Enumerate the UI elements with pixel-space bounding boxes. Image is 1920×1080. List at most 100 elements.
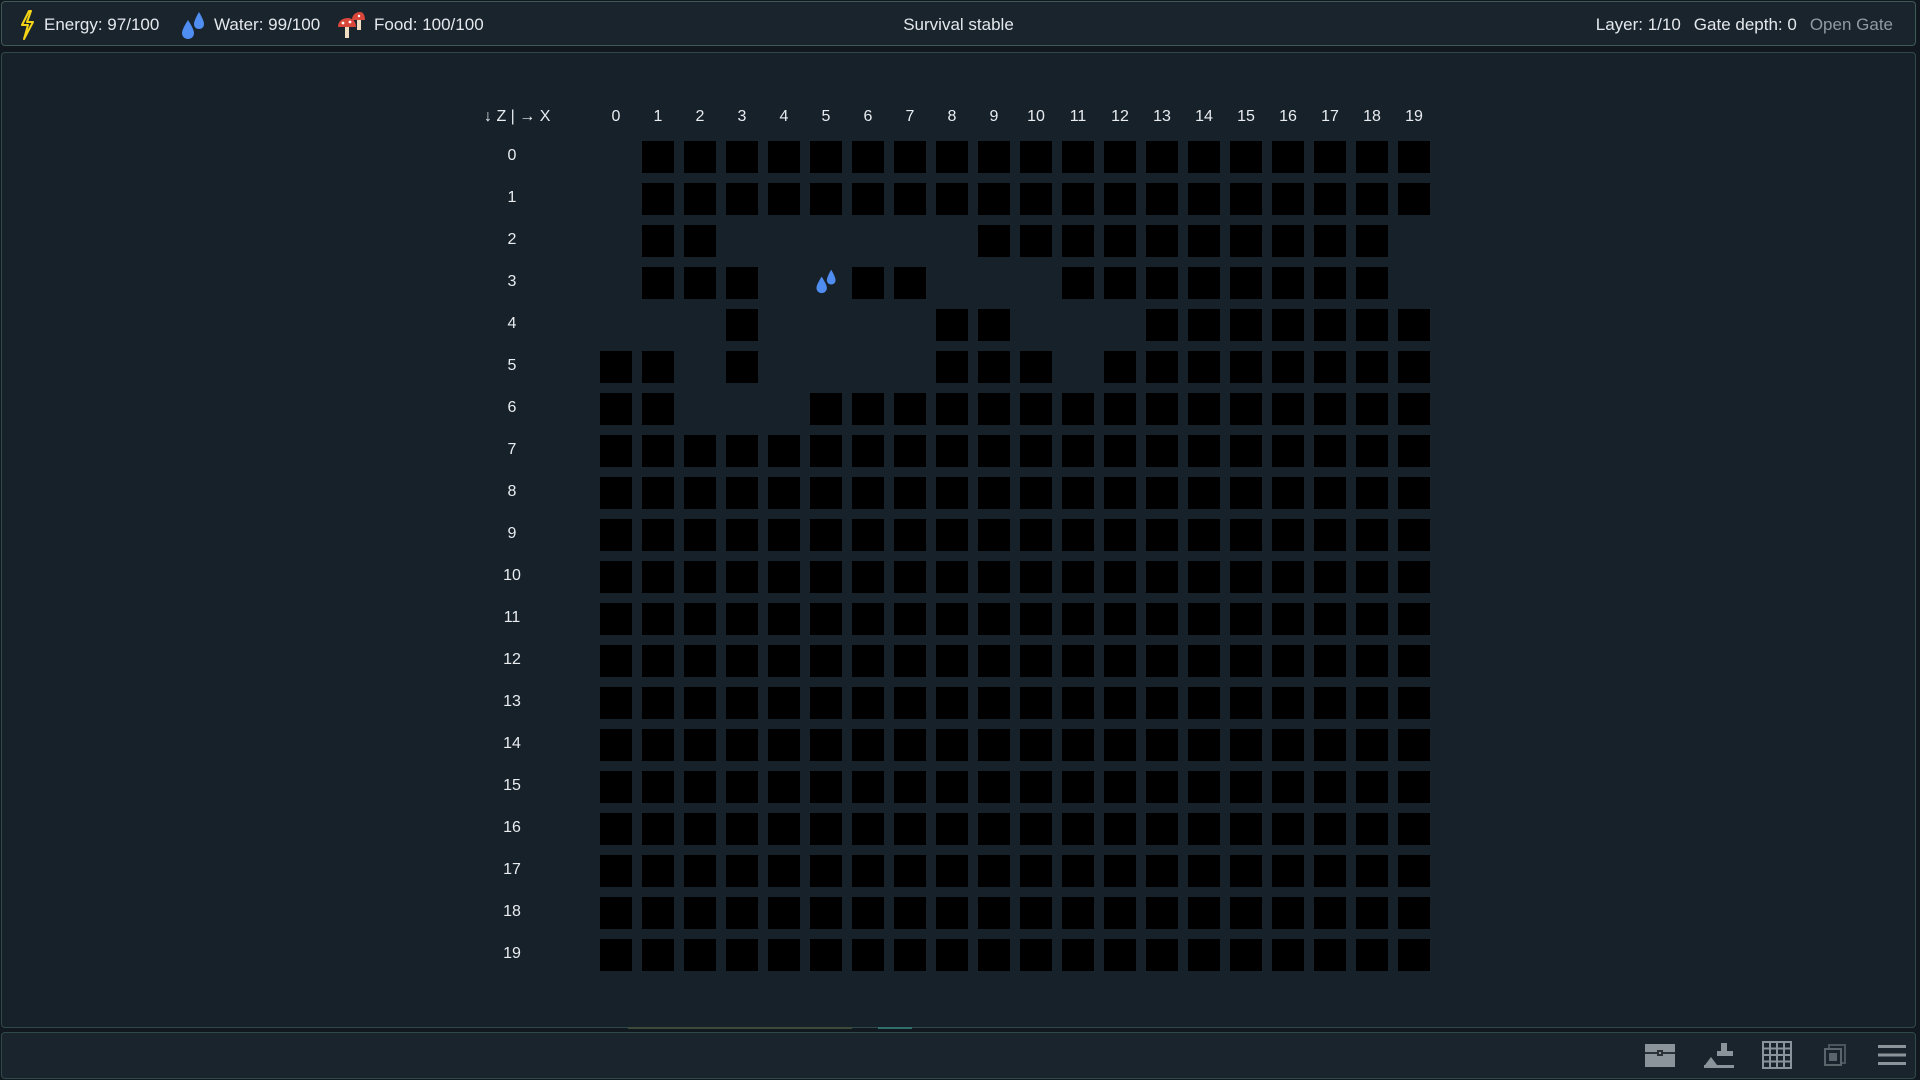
rock-tile[interactable]: [1314, 519, 1346, 551]
rock-tile[interactable]: [1272, 267, 1304, 299]
rock-tile[interactable]: [936, 939, 968, 971]
rock-tile[interactable]: [642, 393, 674, 425]
rock-tile[interactable]: [1188, 225, 1220, 257]
rock-tile[interactable]: [1020, 393, 1052, 425]
rock-tile[interactable]: [1356, 729, 1388, 761]
rock-tile[interactable]: [894, 729, 926, 761]
rock-tile[interactable]: [1062, 645, 1094, 677]
rock-tile[interactable]: [810, 435, 842, 467]
rock-tile[interactable]: [1146, 309, 1178, 341]
rock-tile[interactable]: [810, 393, 842, 425]
rock-tile[interactable]: [1062, 897, 1094, 929]
rock-tile[interactable]: [810, 519, 842, 551]
water-source-tile[interactable]: [810, 267, 842, 299]
rock-tile[interactable]: [810, 855, 842, 887]
rock-tile[interactable]: [768, 729, 800, 761]
open-gate-button[interactable]: Open Gate: [1810, 15, 1893, 35]
rock-tile[interactable]: [642, 141, 674, 173]
rock-tile[interactable]: [642, 183, 674, 215]
rock-tile[interactable]: [1314, 939, 1346, 971]
rock-tile[interactable]: [1062, 939, 1094, 971]
rock-tile[interactable]: [1356, 603, 1388, 635]
rock-tile[interactable]: [978, 729, 1010, 761]
rock-tile[interactable]: [1356, 309, 1388, 341]
rock-tile[interactable]: [1104, 645, 1136, 677]
rock-tile[interactable]: [1146, 645, 1178, 677]
rock-tile[interactable]: [1104, 393, 1136, 425]
rock-tile[interactable]: [1020, 183, 1052, 215]
rock-tile[interactable]: [1188, 855, 1220, 887]
rock-tile[interactable]: [1188, 519, 1220, 551]
rock-tile[interactable]: [600, 519, 632, 551]
rock-tile[interactable]: [600, 477, 632, 509]
rock-tile[interactable]: [936, 603, 968, 635]
rock-tile[interactable]: [726, 477, 758, 509]
rock-tile[interactable]: [936, 309, 968, 341]
rock-tile[interactable]: [768, 519, 800, 551]
rock-tile[interactable]: [852, 897, 884, 929]
rock-tile[interactable]: [1146, 897, 1178, 929]
rock-tile[interactable]: [1188, 351, 1220, 383]
rock-tile[interactable]: [1230, 393, 1262, 425]
rock-tile[interactable]: [852, 729, 884, 761]
rock-tile[interactable]: [894, 897, 926, 929]
rock-tile[interactable]: [1398, 183, 1430, 215]
rock-tile[interactable]: [1146, 561, 1178, 593]
rock-tile[interactable]: [642, 729, 674, 761]
rock-tile[interactable]: [1272, 519, 1304, 551]
rock-tile[interactable]: [1272, 603, 1304, 635]
rock-tile[interactable]: [600, 393, 632, 425]
rock-tile[interactable]: [852, 183, 884, 215]
rock-tile[interactable]: [600, 855, 632, 887]
rock-tile[interactable]: [768, 561, 800, 593]
rock-tile[interactable]: [1398, 771, 1430, 803]
rock-tile[interactable]: [1188, 183, 1220, 215]
rock-tile[interactable]: [1356, 687, 1388, 719]
rock-tile[interactable]: [1230, 771, 1262, 803]
rock-tile[interactable]: [600, 771, 632, 803]
rock-tile[interactable]: [1188, 435, 1220, 467]
rock-tile[interactable]: [1020, 813, 1052, 845]
rock-tile[interactable]: [1272, 393, 1304, 425]
rock-tile[interactable]: [1062, 183, 1094, 215]
rock-tile[interactable]: [1230, 855, 1262, 887]
rock-tile[interactable]: [1230, 435, 1262, 467]
rock-tile[interactable]: [1104, 729, 1136, 761]
rock-tile[interactable]: [1062, 855, 1094, 887]
rock-tile[interactable]: [852, 267, 884, 299]
rock-tile[interactable]: [1020, 729, 1052, 761]
rock-tile[interactable]: [1062, 477, 1094, 509]
rock-tile[interactable]: [936, 645, 968, 677]
rock-tile[interactable]: [1062, 141, 1094, 173]
rock-tile[interactable]: [1146, 225, 1178, 257]
rock-tile[interactable]: [642, 225, 674, 257]
rock-tile[interactable]: [600, 687, 632, 719]
rock-tile[interactable]: [768, 687, 800, 719]
rock-tile[interactable]: [1062, 435, 1094, 467]
rock-tile[interactable]: [894, 687, 926, 719]
rock-tile[interactable]: [1272, 561, 1304, 593]
rock-tile[interactable]: [684, 603, 716, 635]
rock-tile[interactable]: [1356, 897, 1388, 929]
rock-tile[interactable]: [1146, 477, 1178, 509]
rock-tile[interactable]: [726, 351, 758, 383]
rock-tile[interactable]: [1146, 687, 1178, 719]
rock-tile[interactable]: [600, 813, 632, 845]
rock-tile[interactable]: [1188, 939, 1220, 971]
rock-tile[interactable]: [1230, 897, 1262, 929]
rock-tile[interactable]: [1230, 519, 1262, 551]
rock-tile[interactable]: [1314, 267, 1346, 299]
rock-tile[interactable]: [894, 519, 926, 551]
rock-tile[interactable]: [1272, 813, 1304, 845]
rock-tile[interactable]: [1398, 897, 1430, 929]
rock-tile[interactable]: [1272, 225, 1304, 257]
rock-tile[interactable]: [726, 771, 758, 803]
rock-tile[interactable]: [1314, 855, 1346, 887]
rock-tile[interactable]: [1314, 141, 1346, 173]
rock-tile[interactable]: [1020, 771, 1052, 803]
rock-tile[interactable]: [768, 771, 800, 803]
rock-tile[interactable]: [1272, 897, 1304, 929]
rock-tile[interactable]: [1020, 687, 1052, 719]
rock-tile[interactable]: [810, 141, 842, 173]
rock-tile[interactable]: [1398, 477, 1430, 509]
